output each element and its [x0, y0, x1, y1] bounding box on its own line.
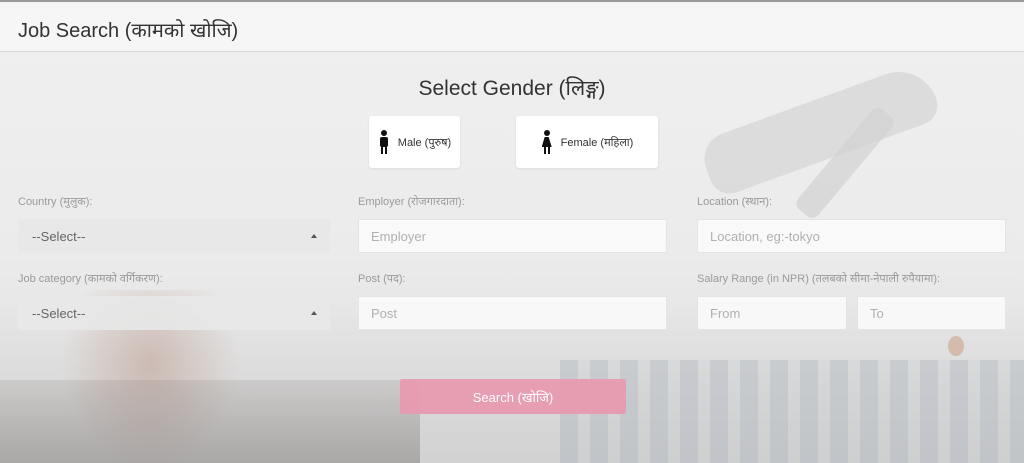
header-bar: Job Search (कामको खोजि): [0, 0, 1024, 52]
male-label: Male (पुरुष): [397, 136, 452, 149]
female-button[interactable]: Female (महिला): [516, 116, 658, 168]
female-icon: [541, 130, 553, 154]
job-category-select[interactable]: --Select--: [18, 296, 330, 330]
male-icon: [378, 130, 390, 154]
salary-from-input[interactable]: [697, 296, 847, 330]
post-input[interactable]: [358, 296, 667, 330]
gender-heading: Select Gender (लिङ्ग): [418, 77, 606, 100]
male-button[interactable]: Male (पुरुष): [369, 116, 460, 168]
city-skyline: [560, 360, 1024, 463]
page-title: Job Search (कामको खोजि): [18, 20, 239, 42]
country-label: Country (मुलुक):: [18, 196, 93, 208]
job-category-select-value: --Select--: [32, 306, 86, 321]
post-label: Post (पद):: [358, 273, 406, 285]
salary-to-input[interactable]: [857, 296, 1006, 330]
caret-up-icon: [311, 234, 317, 238]
employer-label: Employer (रोजगारदाता):: [358, 196, 465, 208]
location-input[interactable]: [697, 219, 1006, 253]
country-select-value: --Select--: [32, 229, 86, 244]
location-label: Location (स्थान):: [697, 196, 773, 208]
crowd-silhouette: [0, 380, 420, 463]
search-button[interactable]: Search (खोजि): [400, 379, 626, 414]
female-label: Female (महिला): [560, 136, 634, 149]
job-category-label: Job category (कामको वर्गिकरण):: [18, 273, 163, 285]
balloon-image: [948, 336, 964, 356]
employer-input[interactable]: [358, 219, 667, 253]
caret-up-icon: [311, 311, 317, 315]
salary-range-label: Salary Range (in NPR) (तलबको सीमा-नेपाली…: [697, 273, 941, 285]
country-select[interactable]: --Select--: [18, 219, 330, 253]
